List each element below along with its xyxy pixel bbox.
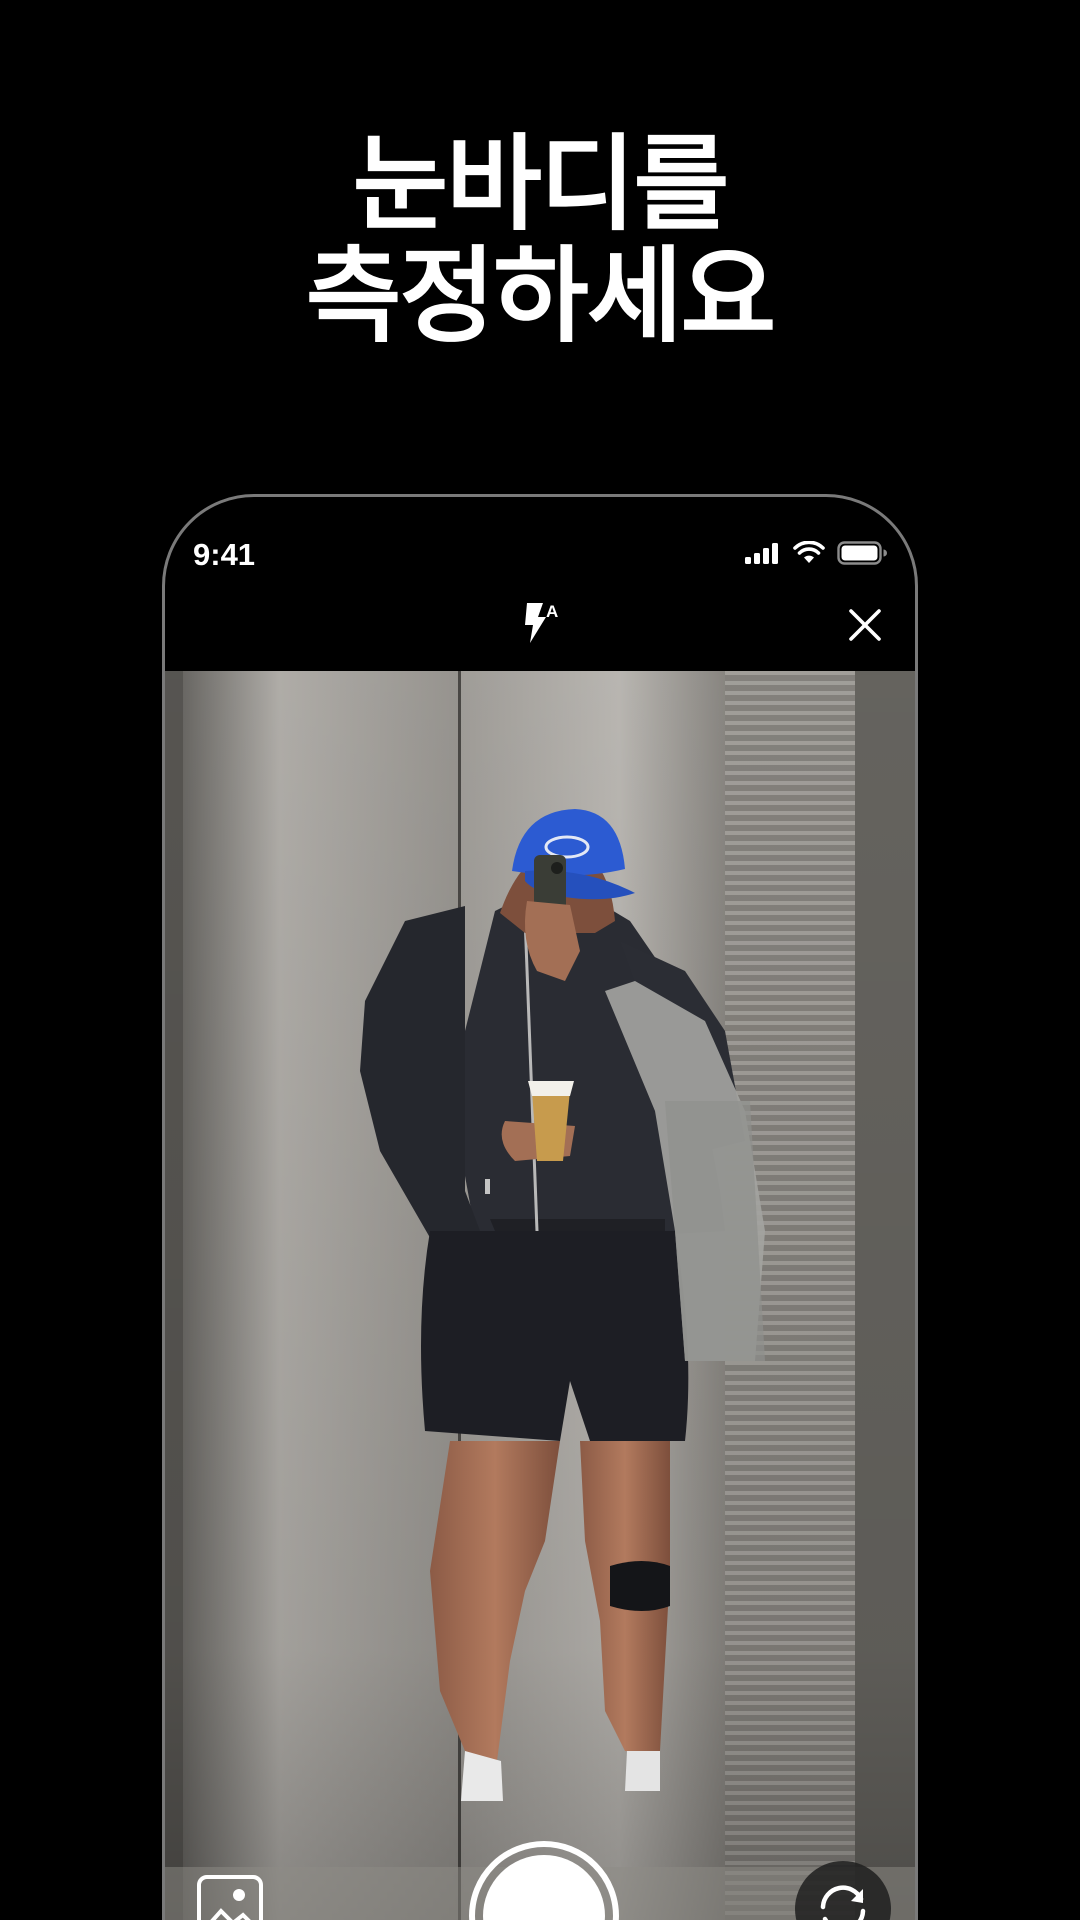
close-button[interactable] <box>841 603 889 651</box>
gallery-button[interactable] <box>197 1875 263 1920</box>
status-bar: 9:41 <box>165 497 915 597</box>
wifi-icon <box>793 540 825 569</box>
flash-auto-button[interactable]: A <box>513 597 569 653</box>
svg-text:A: A <box>546 602 558 621</box>
close-icon <box>847 607 883 647</box>
camera-toolbar: A <box>165 597 915 667</box>
cellular-signal-icon <box>745 542 781 568</box>
switch-camera-icon <box>815 1883 871 1920</box>
phone-mockup: 9:41 A <box>162 494 918 1920</box>
camera-viewfinder <box>165 671 915 1920</box>
flash-auto-icon: A <box>519 599 563 651</box>
status-icons <box>745 540 887 569</box>
status-time: 9:41 <box>193 537 256 572</box>
headline-line-1: 눈바디를 <box>352 123 730 245</box>
headline-line-2: 측정하세요 <box>305 235 776 357</box>
shutter-icon <box>483 1855 605 1920</box>
headline: 눈바디를 측정하세요 <box>0 128 1080 352</box>
battery-icon <box>837 541 887 569</box>
